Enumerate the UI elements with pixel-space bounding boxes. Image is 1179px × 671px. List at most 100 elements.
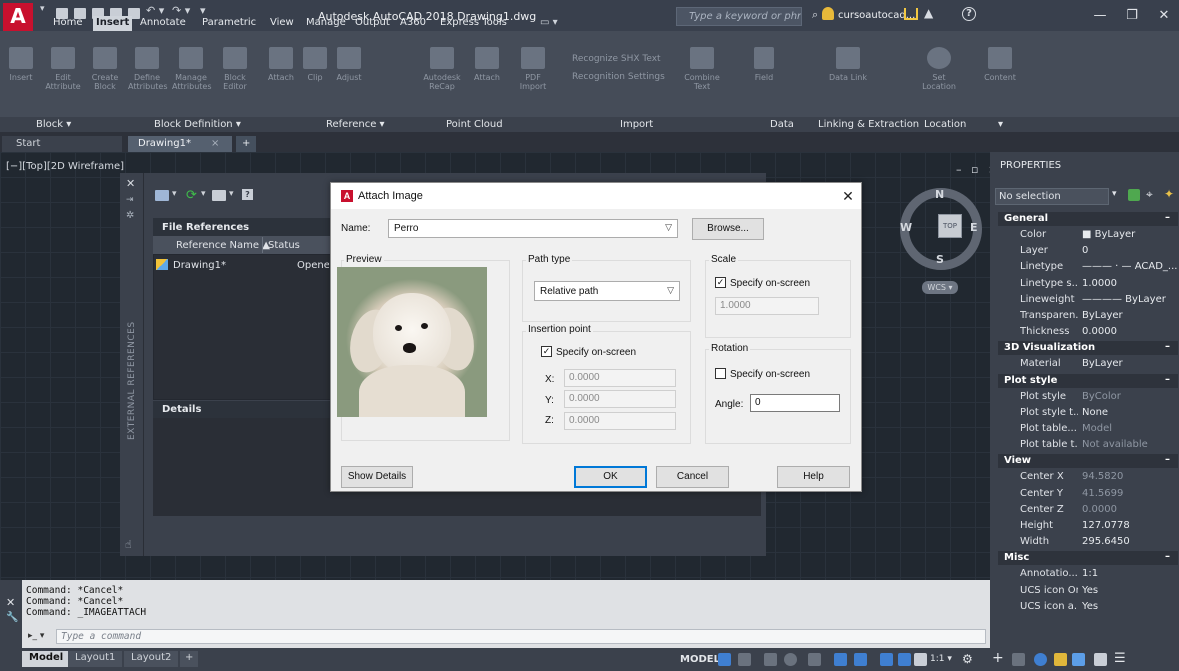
attach-reference-button[interactable]: Attach xyxy=(262,45,300,82)
refresh-icon[interactable]: ⟳ xyxy=(186,188,197,203)
combine-text-button[interactable]: Combine Text xyxy=(680,45,724,91)
property-row[interactable]: Color ■ ByLayer xyxy=(998,227,1178,243)
name-combobox[interactable]: Perro ▽ xyxy=(388,219,678,238)
property-row[interactable]: UCS icon On Yes xyxy=(998,583,1178,599)
collapse-icon[interactable]: – xyxy=(1165,212,1170,223)
property-value[interactable]: 0.0000 xyxy=(1082,326,1178,337)
model-space-button[interactable]: MODEL xyxy=(680,654,720,665)
autocad-logo-icon[interactable]: A xyxy=(3,3,33,31)
property-row[interactable]: Material ByLayer xyxy=(998,356,1178,372)
select-objects-icon[interactable]: ⌖ xyxy=(1146,187,1153,202)
close-window-button[interactable]: ✕ xyxy=(1154,6,1174,26)
new-layout-button[interactable]: + xyxy=(180,651,199,667)
compass-east[interactable]: E xyxy=(970,221,978,234)
autodesk-recap-button[interactable]: Autodesk ReCap xyxy=(420,45,464,91)
property-value[interactable]: Model xyxy=(1082,423,1178,434)
panel-reference[interactable]: Reference ▾ xyxy=(326,119,385,130)
scale-specify-label[interactable]: Specify on-screen xyxy=(730,278,810,289)
tab-home[interactable]: Home xyxy=(53,16,83,31)
ok-button[interactable]: OK xyxy=(574,466,647,488)
compass-south[interactable]: S xyxy=(936,253,944,266)
property-row[interactable]: Plot table t... Not available xyxy=(998,437,1178,453)
panel-block-definition[interactable]: Block Definition ▾ xyxy=(154,119,241,130)
customize-command-icon[interactable]: 🔧 xyxy=(6,612,18,623)
property-row[interactable]: Center X 94.5820 xyxy=(998,469,1178,485)
close-palette-icon[interactable]: ✕ xyxy=(126,177,135,190)
column-reference-name[interactable]: Reference Name ▲ xyxy=(176,240,270,251)
restore-button[interactable]: ❐ xyxy=(1122,6,1142,26)
workspace-gear-icon[interactable]: ⚙ xyxy=(962,652,973,666)
collapse-icon[interactable]: – xyxy=(1165,341,1170,352)
ribbon-options-icon[interactable]: ▭ ▾ xyxy=(540,16,558,31)
define-attributes-button[interactable]: Define Attributes xyxy=(128,45,168,91)
isolate-objects-icon[interactable] xyxy=(1034,653,1047,666)
property-value[interactable]: Yes xyxy=(1082,585,1178,596)
binoculars-icon[interactable]: ⌕ xyxy=(812,8,818,22)
tab-drawing1[interactable]: Drawing1* × xyxy=(128,136,232,152)
collapse-icon[interactable]: – xyxy=(1165,454,1170,465)
tab-manage[interactable]: Manage xyxy=(306,16,346,31)
property-value[interactable]: 41.5699 xyxy=(1082,488,1178,499)
panel-point-cloud[interactable]: Point Cloud xyxy=(446,119,503,130)
property-value[interactable]: ——— · — ACAD_... xyxy=(1082,261,1178,272)
full-screen-icon[interactable] xyxy=(1094,653,1107,666)
toggle-pickadd-icon[interactable] xyxy=(1128,189,1140,201)
attach-point-cloud-button[interactable]: Attach xyxy=(468,45,506,82)
tab-layout1[interactable]: Layout1 xyxy=(68,651,123,667)
property-row[interactable]: Linetype ——— · — ACAD_... xyxy=(998,259,1178,275)
tab-start[interactable]: Start xyxy=(2,136,122,152)
z-field[interactable]: 0.0000 xyxy=(564,412,676,430)
property-value[interactable]: ByLayer xyxy=(1082,358,1178,369)
wcs-menu[interactable]: WCS ▾ xyxy=(922,281,958,294)
change-path-icon[interactable] xyxy=(212,190,226,201)
set-location-button[interactable]: Set Location xyxy=(918,45,960,91)
compass-north[interactable]: N xyxy=(935,188,944,201)
new-tab-button[interactable]: + xyxy=(236,136,257,152)
annotation-scale-value[interactable]: 1:1 ▾ xyxy=(930,654,952,664)
property-value[interactable]: ■ ByLayer xyxy=(1082,229,1178,240)
app-menu-arrow-icon[interactable]: ▾ xyxy=(40,4,52,15)
properties-section-header[interactable]: 3D Visualization – xyxy=(998,341,1178,356)
property-row[interactable]: Layer 0 xyxy=(998,243,1178,259)
insertion-specify-checkbox[interactable]: ✓ xyxy=(541,346,552,357)
chevron-down-icon[interactable]: ▾ xyxy=(1112,189,1124,203)
property-value[interactable]: 0.0000 xyxy=(1082,504,1178,515)
auto-scale-icon[interactable] xyxy=(898,653,911,666)
property-row[interactable]: Width 295.6450 xyxy=(998,534,1178,550)
scale-specify-checkbox[interactable]: ✓ xyxy=(715,277,726,288)
recognize-shx-button[interactable]: Recognize SHX Text xyxy=(572,54,661,64)
property-value[interactable]: ———— ByLayer xyxy=(1082,294,1178,305)
tab-view[interactable]: View xyxy=(270,16,294,31)
properties-section-header[interactable]: Misc – xyxy=(998,551,1178,566)
pdf-import-button[interactable]: PDF Import xyxy=(514,45,552,91)
properties-section-header[interactable]: View – xyxy=(998,454,1178,469)
annotation-scale-icon[interactable] xyxy=(914,653,927,666)
help-button[interactable]: Help xyxy=(777,466,850,488)
grid-icon[interactable] xyxy=(718,653,731,666)
attach-dropdown-icon[interactable]: ▾ xyxy=(172,189,177,199)
tab-output[interactable]: Output xyxy=(355,16,390,31)
property-value[interactable]: 0 xyxy=(1082,245,1178,256)
tab-parametric[interactable]: Parametric xyxy=(202,16,256,31)
compass-west[interactable]: W xyxy=(900,221,912,234)
a360-icon[interactable]: ▲ xyxy=(924,6,933,20)
recognition-settings-button[interactable]: Recognition Settings xyxy=(572,72,665,82)
search-input[interactable]: Type a keyword or phrase xyxy=(676,7,802,26)
palette-properties-icon[interactable]: ✲ xyxy=(126,210,134,221)
properties-section-header[interactable]: Plot style – xyxy=(998,373,1178,388)
property-value[interactable]: 94.5820 xyxy=(1082,471,1178,482)
browse-button[interactable]: Browse... xyxy=(692,218,764,240)
viewcube-top-face[interactable]: TOP xyxy=(938,214,962,238)
data-link-button[interactable]: Data Link xyxy=(828,45,868,82)
property-value[interactable]: 295.6450 xyxy=(1082,536,1178,547)
collapse-icon[interactable]: – xyxy=(1165,374,1170,385)
property-row[interactable]: Plot style t... None xyxy=(998,405,1178,421)
y-field[interactable]: 0.0000 xyxy=(564,390,676,408)
command-input[interactable]: Type a command xyxy=(56,629,986,644)
property-row[interactable]: Transparen... ByLayer xyxy=(998,308,1178,324)
rotation-specify-checkbox[interactable] xyxy=(715,368,726,379)
units-icon[interactable] xyxy=(1012,653,1025,666)
user-icon[interactable] xyxy=(822,7,834,20)
property-row[interactable]: UCS icon a... Yes xyxy=(998,599,1178,615)
field-button[interactable]: Field xyxy=(750,45,778,82)
